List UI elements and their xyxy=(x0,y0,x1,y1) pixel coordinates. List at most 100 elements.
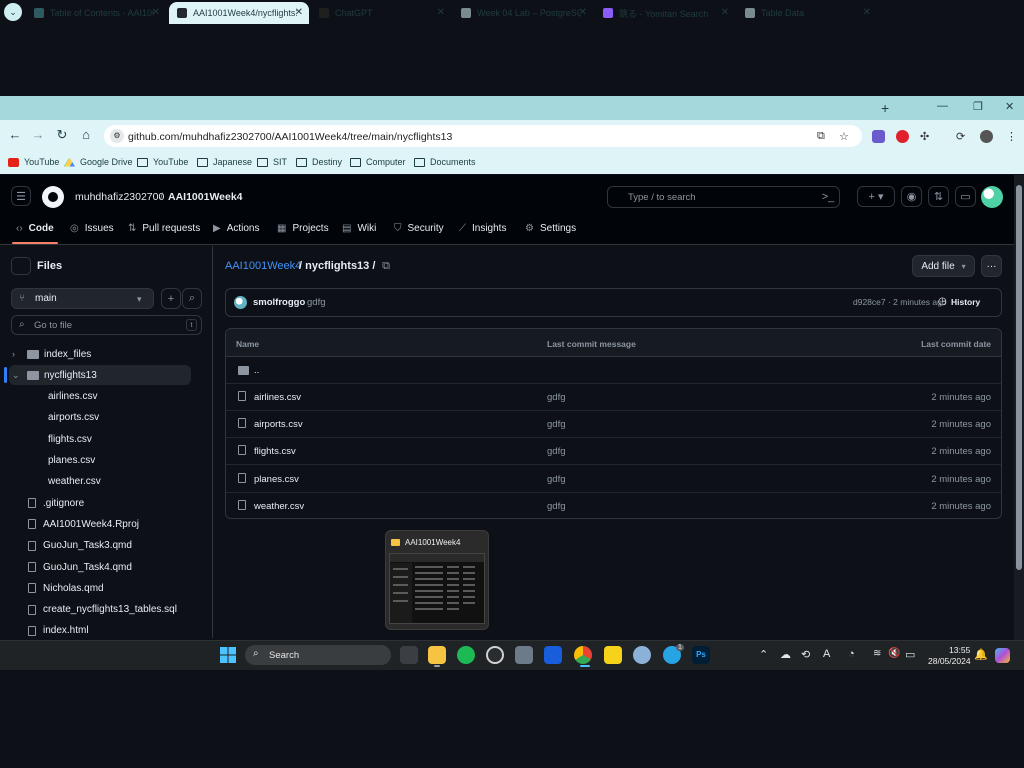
chevron-down-icon[interactable]: ⌄ xyxy=(12,370,20,381)
history-link[interactable]: History xyxy=(951,297,980,307)
profile-avatar[interactable] xyxy=(980,130,993,143)
spotify-icon[interactable] xyxy=(457,646,475,664)
branch-selector[interactable] xyxy=(11,288,154,309)
sync-icon[interactable]: ⟳ xyxy=(956,130,965,143)
copy-path-icon[interactable]: ⧉ xyxy=(378,258,394,274)
file-name-link[interactable]: flights.csv xyxy=(254,446,296,457)
commit-message[interactable]: gdfg xyxy=(307,297,326,308)
table-row[interactable]: planes.csv gdfg 2 minutes ago xyxy=(226,466,1001,493)
photoshop-icon[interactable]: Ps xyxy=(692,646,710,664)
inbox-icon[interactable]: ▭ xyxy=(955,186,976,207)
tab-actions[interactable]: ▶ Actions xyxy=(213,223,260,234)
tab-pull-requests[interactable]: ⇅ Pull requests xyxy=(128,223,200,234)
show-hidden-icons-chevron[interactable]: ⌃ xyxy=(759,648,768,661)
github-logo-icon[interactable] xyxy=(42,186,64,208)
tree-folder[interactable]: ⌄ nycflights13 xyxy=(12,365,97,385)
forward-arrow-icon[interactable]: → xyxy=(30,127,46,143)
table-row[interactable]: airports.csv gdfg 2 minutes ago xyxy=(226,411,1001,439)
bitwarden-icon[interactable] xyxy=(544,646,562,664)
tab-insights[interactable]: ⟋ Insights xyxy=(459,223,506,234)
file-name-link[interactable]: airports.csv xyxy=(254,419,303,430)
close-tab-icon[interactable]: ✕ xyxy=(152,7,160,18)
repo-name-link[interactable]: AAI1001Week4 xyxy=(168,191,243,203)
bookmark-item[interactable]: Documents xyxy=(414,157,476,167)
tree-file[interactable]: GuoJun_Task4.qmd xyxy=(28,557,132,577)
pull-requests-icon[interactable]: ⇅ xyxy=(928,186,949,207)
close-tab-icon[interactable]: ✕ xyxy=(721,7,729,18)
file-name-link[interactable]: planes.csv xyxy=(254,474,299,485)
tree-file[interactable]: .gitignore xyxy=(28,493,84,513)
minimize-icon[interactable]: — xyxy=(937,100,948,112)
bookmark-star-icon[interactable]: ☆ xyxy=(839,130,849,143)
user-avatar[interactable] xyxy=(981,186,1003,208)
scrollbar-thumb[interactable] xyxy=(1016,185,1022,570)
tab-code[interactable]: ‹› Code xyxy=(12,223,58,244)
bookmark-item[interactable]: SIT xyxy=(257,157,287,167)
search-files-icon[interactable]: ⌕ xyxy=(182,288,202,309)
tree-file[interactable]: create_nycflights13_tables.sql xyxy=(28,600,177,620)
install-app-icon[interactable]: ⧉ xyxy=(817,130,825,143)
wifi-icon[interactable]: ≋ xyxy=(873,648,881,659)
copilot-icon[interactable] xyxy=(995,648,1010,663)
more-options-icon[interactable]: ··· xyxy=(981,255,1002,277)
chevron-right-icon[interactable]: › xyxy=(12,349,15,359)
file-name-link[interactable]: weather.csv xyxy=(254,501,304,512)
chrome-icon[interactable] xyxy=(574,646,592,664)
browser-tab[interactable]: ChatGPT ✕ xyxy=(311,2,451,24)
extensions-puzzle-icon[interactable]: ✣ xyxy=(920,130,929,143)
repo-owner-link[interactable]: muhdhafiz2302700 xyxy=(75,191,164,203)
tab-issues[interactable]: ◎ Issues xyxy=(70,223,114,234)
reload-icon[interactable]: ↻ xyxy=(54,127,70,143)
hamburger-menu-icon[interactable]: ☰ xyxy=(11,186,31,206)
table-row[interactable]: airlines.csv gdfg 2 minutes ago xyxy=(226,384,1001,411)
commit-message-link[interactable]: gdfg xyxy=(547,419,566,430)
thumbnail-window-preview[interactable] xyxy=(389,553,485,624)
tree-file[interactable]: airports.csv xyxy=(34,408,99,428)
browser-tab[interactable]: Week 04 Lab – PostgreSQL ✕ xyxy=(453,2,593,24)
bookmark-item[interactable]: Google Drive xyxy=(64,157,133,167)
bookmark-item[interactable]: YouTube xyxy=(8,157,59,167)
address-url[interactable]: github.com/muhdhafiz2302700/AAI1001Week4… xyxy=(128,131,452,143)
bookmark-item[interactable]: YouTube xyxy=(137,157,188,167)
tree-file[interactable]: planes.csv xyxy=(34,451,95,471)
app-icon[interactable] xyxy=(515,646,533,664)
command-palette-icon[interactable]: >_ xyxy=(819,188,837,205)
home-icon[interactable]: ⌂ xyxy=(78,127,94,143)
commit-author-avatar[interactable] xyxy=(234,296,247,309)
collapse-sidebar-icon[interactable] xyxy=(11,257,31,275)
tree-file[interactable]: flights.csv xyxy=(34,429,92,449)
table-row[interactable]: weather.csv gdfg 2 minutes ago xyxy=(226,493,1001,518)
volume-muted-icon[interactable]: 🔇 xyxy=(888,648,900,659)
yomitan-extension-icon[interactable] xyxy=(872,130,885,143)
close-tab-icon[interactable]: ✕ xyxy=(437,7,445,18)
commit-meta[interactable]: d928ce7 · 2 minutes ago xyxy=(853,297,947,307)
tab-wiki[interactable]: ▤ Wiki xyxy=(342,223,376,234)
sticky-notes-icon[interactable] xyxy=(604,646,622,664)
parent-directory-row[interactable]: .. xyxy=(226,357,1001,384)
tab-security[interactable]: ⛉ Security xyxy=(394,223,444,234)
clock-time[interactable]: 13:55 xyxy=(949,645,970,655)
task-view-icon[interactable] xyxy=(400,646,418,664)
table-row[interactable]: flights.csv gdfg 2 minutes ago xyxy=(226,438,1001,466)
tree-file[interactable]: airlines.csv xyxy=(34,387,97,407)
clock-date[interactable]: 28/05/2024 xyxy=(928,656,971,666)
close-window-icon[interactable]: ✕ xyxy=(1005,100,1014,113)
clock-app-icon[interactable]: ◔ xyxy=(848,648,855,660)
path-repo-link[interactable]: AAI1001Week4 xyxy=(225,260,301,272)
onedrive-cloud-icon[interactable]: ☁ xyxy=(780,648,791,661)
tree-folder[interactable]: › index_files xyxy=(12,344,91,364)
tree-file[interactable]: index.html xyxy=(28,621,89,641)
close-tab-icon[interactable]: ✕ xyxy=(295,7,303,18)
commit-message-link[interactable]: gdfg xyxy=(547,446,566,457)
opera-extension-icon[interactable] xyxy=(896,130,909,143)
tree-file[interactable]: AAI1001Week4.Rproj xyxy=(28,514,139,534)
bookmark-item[interactable]: Computer xyxy=(350,157,406,167)
r-studio-icon[interactable] xyxy=(633,646,651,664)
commit-author[interactable]: smolfroggo xyxy=(253,297,305,308)
create-new-plus-icon[interactable]: + ▾ xyxy=(857,186,895,207)
notification-bell-icon[interactable]: 🔔 xyxy=(974,648,988,661)
tab-projects[interactable]: ▦ Projects xyxy=(277,223,329,234)
browser-tab[interactable]: Table Data ✕ xyxy=(737,2,877,24)
tab-settings[interactable]: ⚙ Settings xyxy=(525,223,576,234)
battery-icon[interactable]: ▭ xyxy=(905,648,915,661)
